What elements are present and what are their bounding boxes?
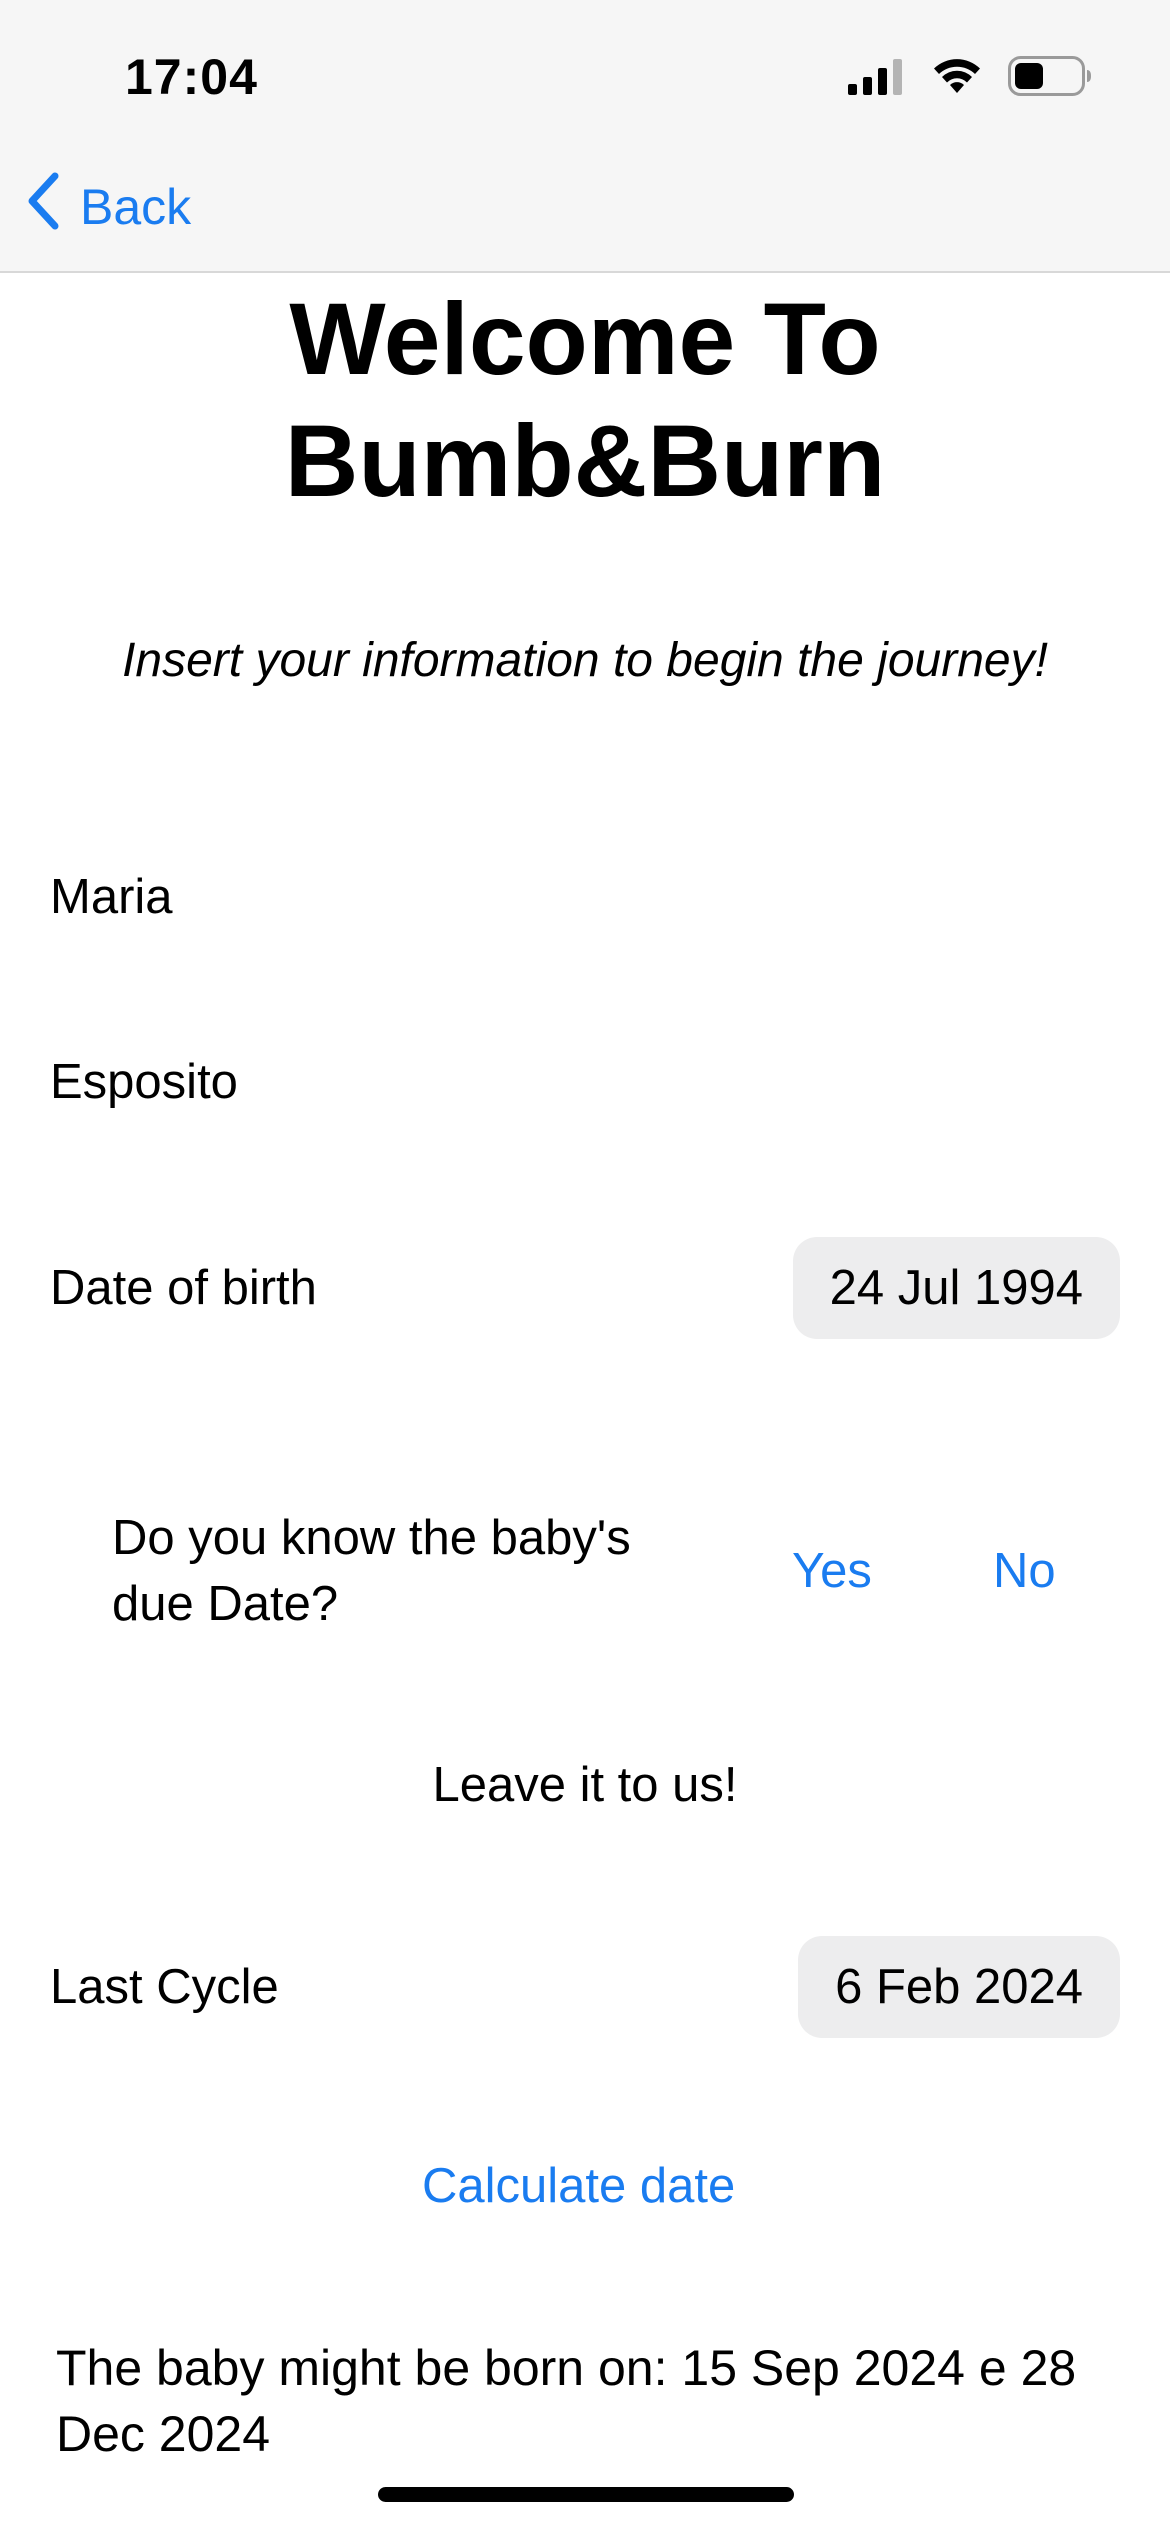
back-button[interactable]: Back	[26, 172, 191, 242]
last-name-field[interactable]: Esposito	[50, 1054, 238, 1110]
yes-button[interactable]: Yes	[792, 1543, 872, 1599]
page-subtitle: Insert your information to begin the jou…	[122, 634, 1048, 687]
back-label: Back	[80, 179, 192, 235]
last-cycle-row: Last Cycle 6 Feb 2024	[50, 1936, 1120, 2038]
date-of-birth-picker[interactable]: 24 Jul 1994	[792, 1237, 1120, 1339]
home-indicator[interactable]	[378, 2487, 794, 2502]
status-icons	[848, 55, 1092, 101]
status-time: 17:04	[125, 49, 258, 105]
navigation-bar: 17:04 Back	[0, 0, 1170, 273]
chevron-left-icon	[26, 172, 60, 242]
page-title: Welcome To Bumb&Burn	[0, 278, 1170, 522]
result-text: The baby might be born on: 15 Sep 2024 e…	[56, 2340, 1077, 2462]
last-cycle-label: Last Cycle	[50, 1960, 279, 2014]
date-of-birth-row: Date of birth 24 Jul 1994	[50, 1237, 1120, 1339]
title-line-1: Welcome To	[289, 282, 881, 396]
battery-icon	[1008, 55, 1092, 101]
leave-it-to-us-text: Leave it to us!	[432, 1758, 738, 1812]
cellular-signal-icon	[848, 57, 906, 100]
calculate-date-button[interactable]: Calculate date	[422, 2158, 735, 2214]
last-cycle-picker[interactable]: 6 Feb 2024	[798, 1936, 1120, 2038]
wifi-icon	[932, 57, 982, 100]
title-line-2: Bumb&Burn	[284, 404, 886, 518]
first-name-field[interactable]: Maria	[50, 869, 173, 925]
due-date-question: Do you know the baby's due Date?	[112, 1511, 631, 1631]
screen: 17:04 Back Welcome To Bumb&Burn Insert y…	[0, 0, 1170, 2532]
date-of-birth-label: Date of birth	[50, 1261, 317, 1315]
no-button[interactable]: No	[993, 1543, 1056, 1599]
